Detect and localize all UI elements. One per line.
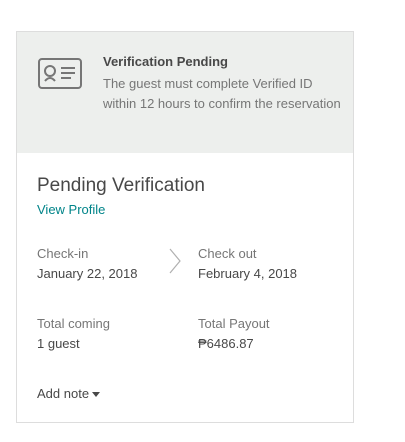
banner-description: The guest must complete Verified ID with… [103, 76, 341, 111]
banner-title: Verification Pending [103, 54, 228, 69]
id-card-icon [37, 57, 85, 91]
verification-banner: Verification Pending The guest must comp… [17, 32, 353, 153]
checkout-label: Check out [198, 246, 257, 261]
guests-value: 1 guest [37, 336, 80, 351]
caret-down-icon [92, 392, 101, 398]
add-note-button[interactable]: Add note [37, 386, 101, 401]
reservation-card: Verification Pending The guest must comp… [16, 31, 354, 423]
payout-value: ₱6486.87 [198, 336, 254, 351]
payout-label: Total Payout [198, 316, 270, 331]
guests-label: Total coming [37, 316, 110, 331]
checkout-date: February 4, 2018 [198, 266, 298, 281]
view-profile-link[interactable]: View Profile [37, 202, 105, 217]
status-title: Pending Verification [37, 175, 205, 196]
chevron-right-icon [169, 248, 181, 274]
checkin-label: Check-in [37, 246, 89, 261]
add-note-label: Add note [37, 386, 90, 401]
checkin-date: January 22, 2018 [37, 266, 138, 281]
